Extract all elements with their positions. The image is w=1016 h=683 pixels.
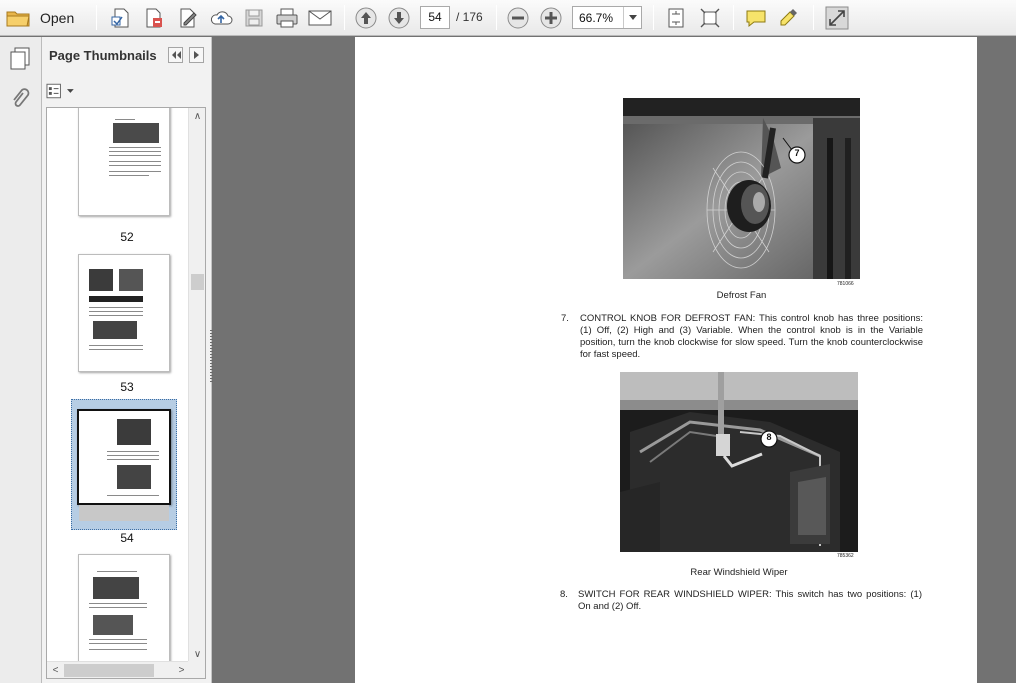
page-thumbnails-panel: Page Thumbnails 52 53 54 ∧ ∨ < > xyxy=(42,37,212,683)
comment-icon xyxy=(746,10,766,27)
thumbnail-page-55[interactable] xyxy=(78,554,170,672)
collapse-left-button[interactable] xyxy=(168,47,183,63)
double-chevron-left-icon xyxy=(171,51,181,59)
thumbnail-label: 54 xyxy=(120,531,134,545)
document-page: 7 781066 Defrost Fan 7. CONTROL KNOB FOR… xyxy=(355,37,977,683)
rear-windshield-wiper-photo: 8 xyxy=(620,372,858,552)
thumbnail-label: 52 xyxy=(120,230,134,244)
zoom-out-button[interactable] xyxy=(505,5,531,30)
fit-page-button[interactable] xyxy=(663,5,689,30)
thumbnail-options-button[interactable] xyxy=(46,81,74,101)
navigation-pane-strip xyxy=(0,37,42,683)
comment-button[interactable] xyxy=(743,5,769,30)
thumbnail-horizontal-scrollbar[interactable]: < > xyxy=(47,661,190,678)
edit-pdf-icon xyxy=(146,8,162,27)
next-page-icon xyxy=(388,7,410,28)
previous-page-icon xyxy=(355,7,377,28)
figure-caption: Rear Windshield Wiper xyxy=(690,567,788,578)
expand-button[interactable] xyxy=(823,5,851,30)
upload-cloud-button[interactable] xyxy=(208,5,234,30)
create-pdf-icon xyxy=(111,8,129,27)
edit-pdf-button[interactable] xyxy=(141,5,167,30)
fit-page-icon xyxy=(668,8,684,27)
figure-id: 781066 xyxy=(837,281,854,287)
document-background-right xyxy=(977,37,1016,683)
item-8-paragraph: 8. SWITCH FOR REAR WINDSHIELD WIPER: Thi… xyxy=(560,589,922,615)
page-thumbnails-tab[interactable] xyxy=(5,43,35,75)
create-pdf-button[interactable] xyxy=(108,5,134,30)
item-text: CONTROL KNOB FOR DEFROST FAN: This contr… xyxy=(580,313,923,360)
chevron-right-icon xyxy=(193,51,199,59)
thumbnail-vertical-scrollbar[interactable]: ∧ ∨ xyxy=(188,108,205,663)
print-button[interactable] xyxy=(273,5,301,30)
defrost-fan-photo: 7 xyxy=(623,98,860,279)
sign-icon xyxy=(180,8,197,27)
options-list-icon xyxy=(46,83,61,99)
thumbnail-page-54[interactable] xyxy=(77,409,171,521)
full-screen-button[interactable] xyxy=(697,5,723,30)
email-icon xyxy=(308,10,332,25)
save-icon xyxy=(245,9,263,26)
upload-cloud-icon xyxy=(210,10,233,24)
page-total: / 176 xyxy=(456,10,483,24)
scrollbar-thumb[interactable] xyxy=(64,664,154,677)
zoom-select[interactable]: 66.7% xyxy=(572,6,642,29)
callout-7-label: 7 xyxy=(794,148,800,158)
pages-icon xyxy=(10,47,30,70)
previous-page-button[interactable] xyxy=(353,5,379,30)
main-toolbar: Open 54 / 176 66.7% xyxy=(0,0,1016,36)
open-button[interactable]: Open xyxy=(6,5,82,30)
scrollbar-thumb[interactable] xyxy=(191,274,204,290)
zoom-in-button[interactable] xyxy=(538,5,564,30)
open-label: Open xyxy=(40,9,75,26)
panel-title: Page Thumbnails xyxy=(49,48,157,63)
thumbnail-viewport-shade xyxy=(79,505,169,521)
folder-icon xyxy=(6,8,32,28)
scroll-up-icon[interactable]: ∧ xyxy=(189,108,205,125)
zoom-in-icon xyxy=(540,7,562,28)
save-button[interactable] xyxy=(241,5,267,30)
item-7-paragraph: 7. CONTROL KNOB FOR DEFROST FAN: This co… xyxy=(561,313,923,361)
page-number-input[interactable]: 54 xyxy=(420,6,450,29)
item-text: SWITCH FOR REAR WINDSHIELD WIPER: This s… xyxy=(578,589,922,612)
highlight-icon xyxy=(780,8,797,25)
item-number: 8. xyxy=(560,589,568,600)
full-screen-icon xyxy=(700,8,720,27)
item-number: 7. xyxy=(561,313,569,324)
thumbnail-list[interactable]: 52 53 54 ∧ ∨ < > xyxy=(46,107,206,679)
panel-resize-handle[interactable] xyxy=(210,330,213,382)
email-button[interactable] xyxy=(306,5,334,30)
zoom-out-icon xyxy=(507,7,529,28)
sign-button[interactable] xyxy=(175,5,201,30)
scroll-left-icon[interactable]: < xyxy=(47,662,64,678)
collapse-panel-button[interactable] xyxy=(189,47,204,63)
expand-icon xyxy=(825,6,849,29)
zoom-value: 66.7% xyxy=(579,11,614,25)
next-page-button[interactable] xyxy=(386,5,412,30)
figure-caption: Defrost Fan xyxy=(716,290,767,301)
thumbnail-page-52[interactable] xyxy=(78,108,170,216)
callout-8-label: 8 xyxy=(766,432,772,442)
chevron-down-icon[interactable] xyxy=(623,7,641,28)
highlight-button[interactable] xyxy=(776,5,802,30)
figure-id: 785362 xyxy=(837,553,854,559)
chevron-down-icon xyxy=(67,89,74,93)
paperclip-icon xyxy=(13,88,30,107)
thumbnail-page-53[interactable] xyxy=(78,254,170,372)
print-icon xyxy=(276,8,298,27)
attachments-tab[interactable] xyxy=(5,83,35,115)
thumbnail-label: 53 xyxy=(120,380,134,394)
